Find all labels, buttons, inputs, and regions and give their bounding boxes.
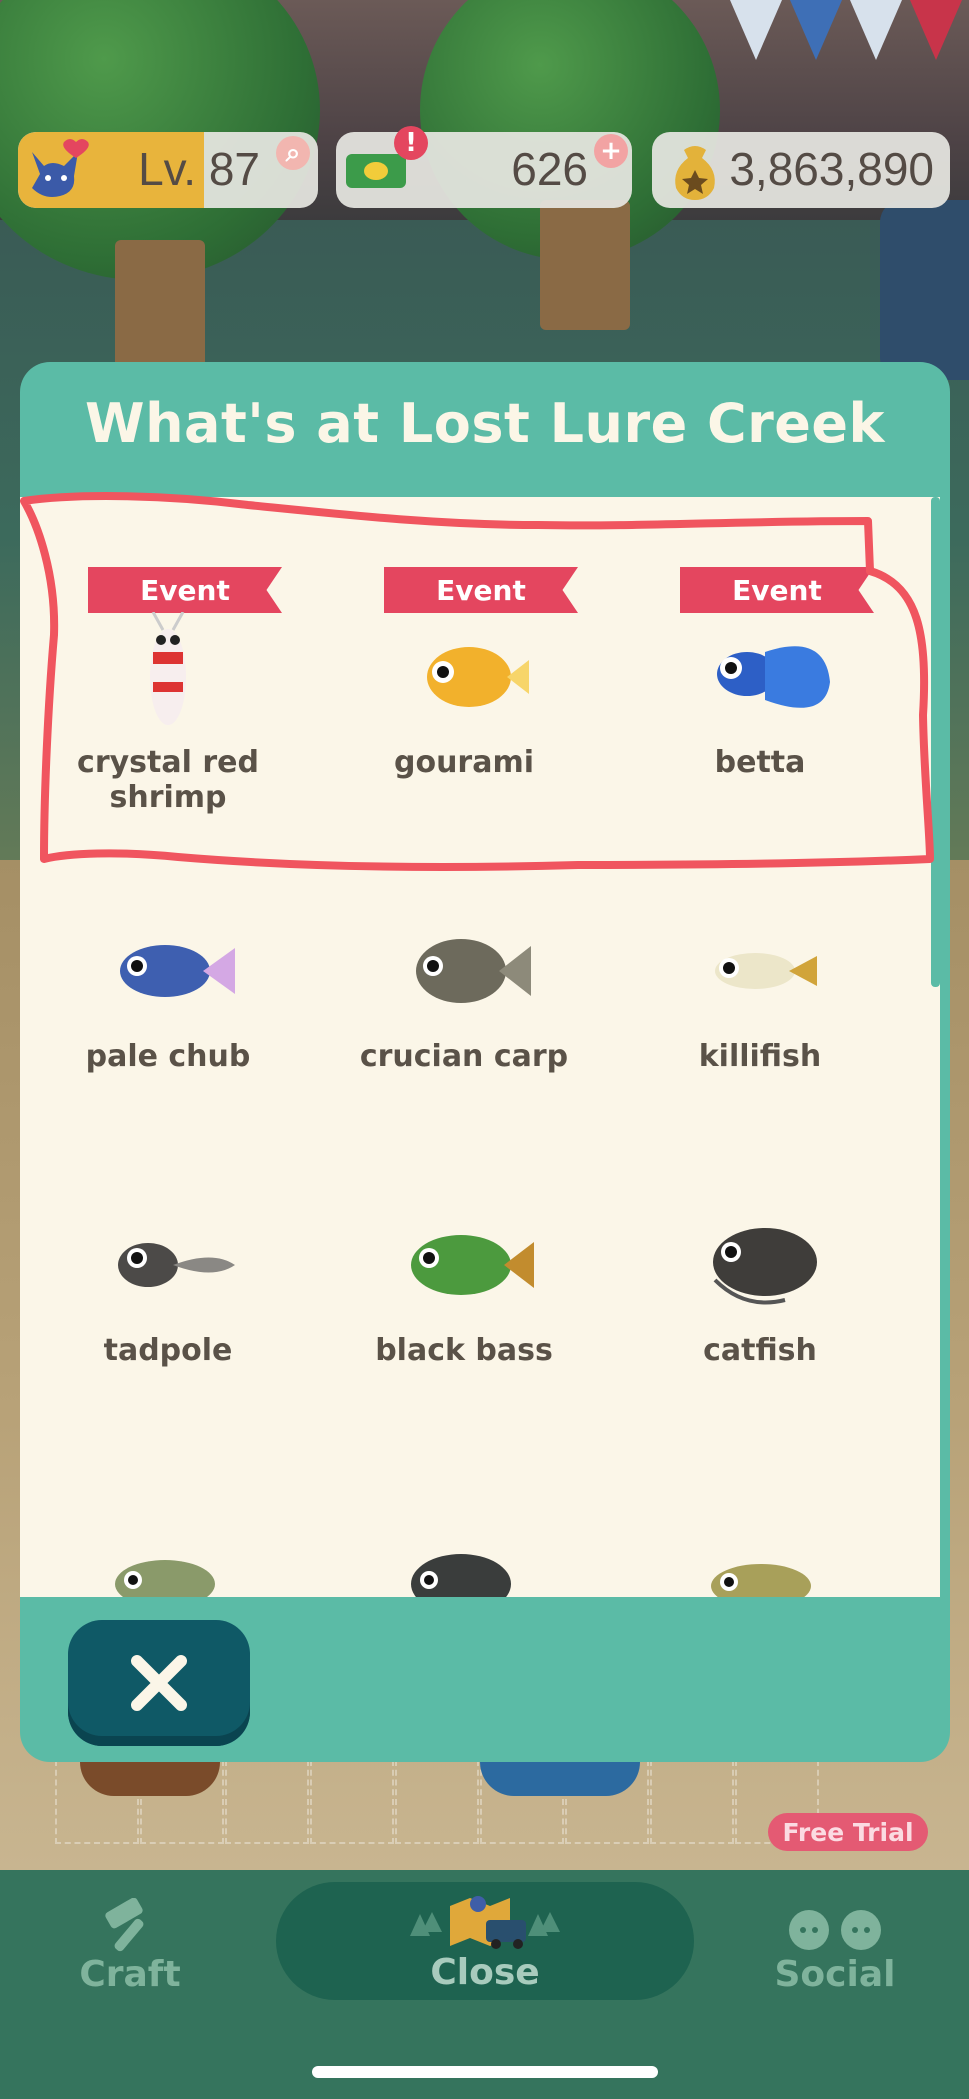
fish-list-panel[interactable]: Event crystal red shrimp Event gourami Event… xyxy=(20,497,940,1597)
fish-name: killifish xyxy=(698,1039,822,1074)
nav-close[interactable]: Close xyxy=(276,1882,694,2000)
fish-item[interactable]: Event betta xyxy=(612,497,908,791)
friends-icon xyxy=(775,1904,895,1954)
killifish-icon xyxy=(685,906,835,1036)
fish-item[interactable] xyxy=(612,1379,908,1597)
bell-bag-icon xyxy=(664,140,726,202)
tree-trunk xyxy=(540,200,630,330)
fish-list-modal: What's at Lost Lure Creek Event crystal r… xyxy=(20,362,950,1762)
fish-item[interactable] xyxy=(316,1379,612,1597)
betta-icon xyxy=(685,612,835,742)
fish-name: black bass xyxy=(375,1333,553,1368)
fish-item[interactable]: Event crystal red shrimp xyxy=(20,497,316,815)
event-tag: Event xyxy=(88,567,282,613)
fish-name: catfish xyxy=(703,1333,817,1368)
leaf-ticket-counter[interactable]: ! 626 + xyxy=(336,126,632,208)
pale-chub-icon xyxy=(93,906,243,1036)
event-tag: Event xyxy=(680,567,874,613)
level-counter[interactable]: Lv. 87 ⌕ xyxy=(18,132,318,208)
nav-social-label: Social xyxy=(774,1954,896,1995)
fish-item[interactable]: tadpole xyxy=(20,1085,316,1379)
bunting-flag xyxy=(730,0,782,60)
modal-title: What's at Lost Lure Creek xyxy=(85,392,885,455)
fish-item[interactable]: black bass xyxy=(316,1085,612,1379)
level-text: Lv. 87 xyxy=(138,143,260,195)
fish-item[interactable]: killifish xyxy=(612,791,908,1085)
crystal-red-shrimp-icon xyxy=(93,611,243,742)
free-trial-badge[interactable]: Free Trial xyxy=(768,1813,928,1851)
close-x-icon xyxy=(127,1651,191,1715)
cat-heart-icon xyxy=(24,138,90,202)
tadpole-icon xyxy=(93,1200,243,1330)
bottom-navigation: Craft Close Social xyxy=(0,1870,969,2099)
floor-tile xyxy=(395,1760,479,1844)
zoom-icon[interactable]: ⌕ xyxy=(276,136,310,170)
bells-counter[interactable]: 3,863,890 xyxy=(652,132,950,208)
crucian-carp-icon xyxy=(389,906,539,1036)
furniture-pot xyxy=(480,1762,640,1796)
home-indicator[interactable] xyxy=(312,2066,658,2078)
loach-icon xyxy=(685,1494,835,1597)
close-button[interactable] xyxy=(68,1620,250,1746)
fish-name: gourami xyxy=(393,745,535,780)
char-icon xyxy=(93,1494,243,1597)
scrollbar[interactable] xyxy=(931,497,940,987)
black-bass-icon xyxy=(389,1200,539,1330)
fish-item[interactable]: Event gourami xyxy=(316,497,612,791)
floor-tile xyxy=(225,1760,309,1844)
nav-craft[interactable]: Craft xyxy=(60,1870,200,2015)
fish-item[interactable] xyxy=(20,1379,316,1597)
fish-name: betta xyxy=(714,745,806,780)
gourami-icon xyxy=(389,612,539,742)
fish-name: tadpole xyxy=(103,1333,233,1368)
fish-item[interactable]: crucian carp xyxy=(316,791,612,1085)
floor-tile xyxy=(650,1760,734,1844)
nav-craft-label: Craft xyxy=(79,1954,181,1995)
furniture-pot xyxy=(80,1762,220,1796)
catfish-icon xyxy=(685,1200,835,1330)
floor-tile xyxy=(310,1760,394,1844)
bells-value: 3,863,890 xyxy=(729,143,934,195)
alert-icon: ! xyxy=(394,126,428,160)
add-tickets-icon[interactable]: + xyxy=(594,134,628,168)
bunting-flag xyxy=(790,0,842,60)
camper-truck xyxy=(880,200,969,380)
event-tag: Event xyxy=(384,567,578,613)
tree-trunk xyxy=(115,240,205,370)
fish-name: crucian carp xyxy=(359,1039,569,1074)
bluegill-icon xyxy=(389,1494,539,1597)
fish-name: pale chub xyxy=(85,1039,251,1074)
nav-social[interactable]: Social xyxy=(770,1870,900,2015)
hammer-icon xyxy=(98,1897,162,1954)
leaf-ticket-value: 626 xyxy=(511,143,588,195)
bunting-flag xyxy=(910,0,962,60)
map-truck-icon xyxy=(400,1888,570,1952)
fish-item[interactable]: pale chub xyxy=(20,791,316,1085)
fish-item[interactable]: catfish xyxy=(612,1085,908,1379)
nav-close-label: Close xyxy=(430,1952,540,1993)
bunting-flag xyxy=(850,0,902,60)
